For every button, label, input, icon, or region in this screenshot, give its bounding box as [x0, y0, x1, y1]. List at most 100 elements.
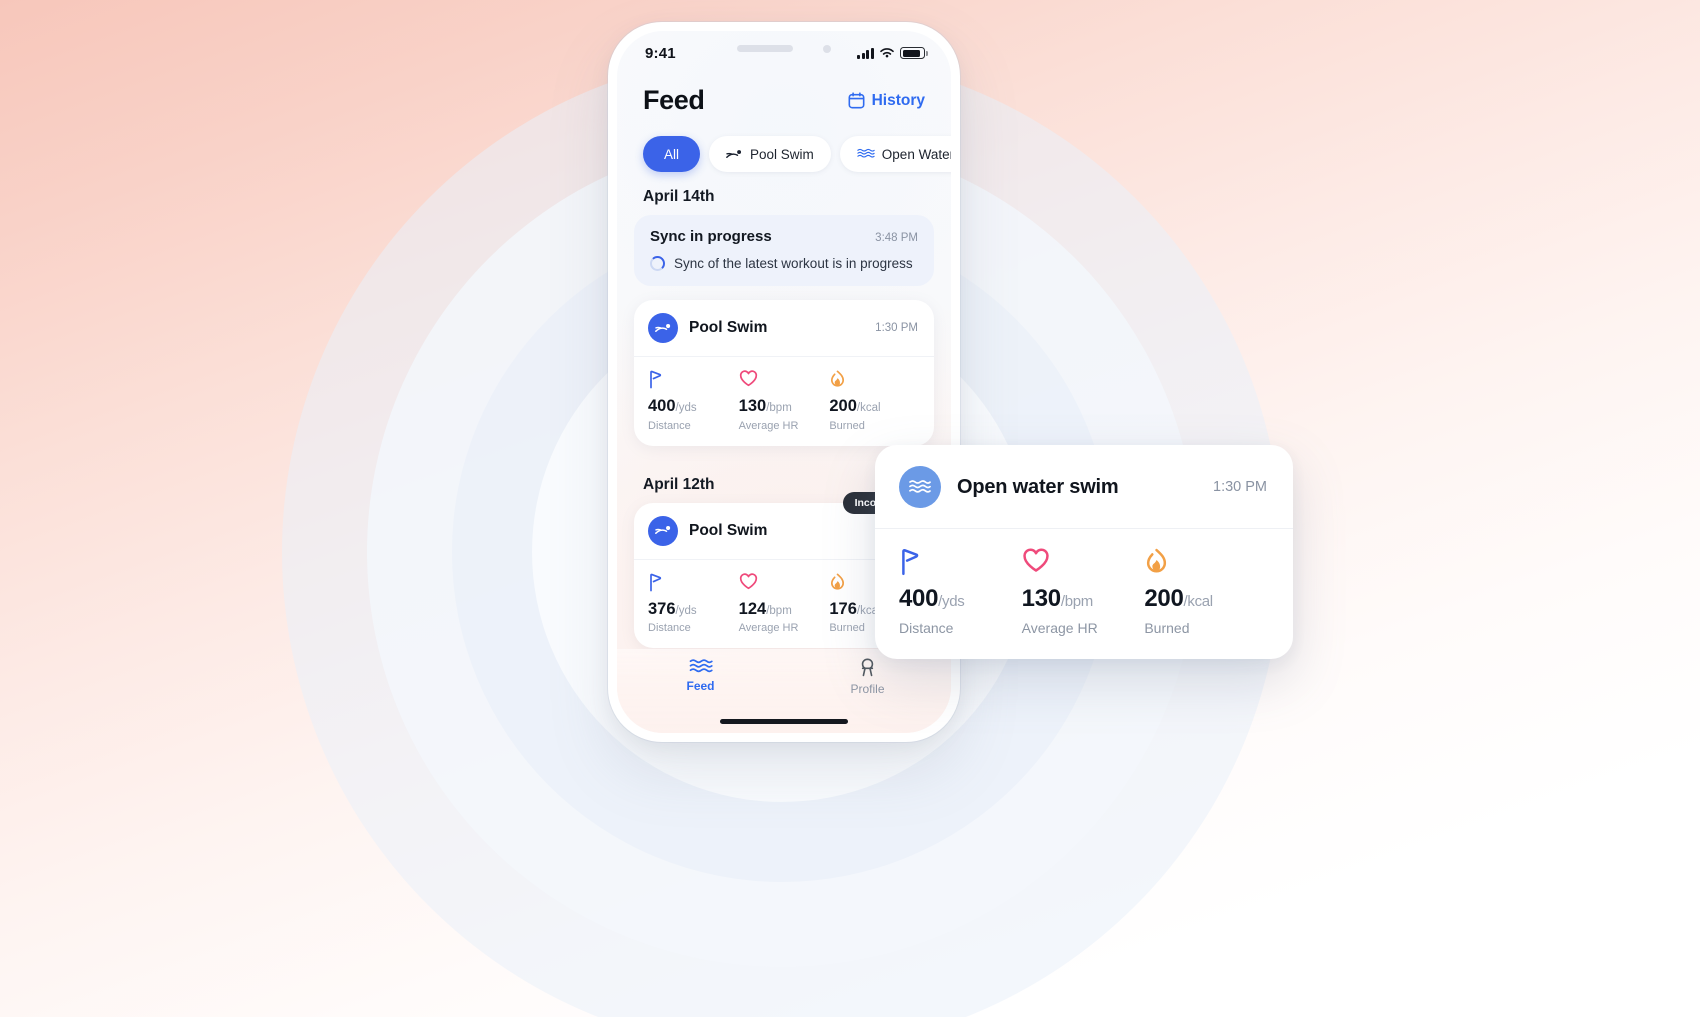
calendar-icon: [848, 92, 865, 109]
overlay-metric-label: Distance: [899, 620, 954, 636]
workout-card[interactable]: Pool Swim 1:30 PM 400/yds Distance 130/b…: [634, 300, 934, 446]
status-indicators: [857, 47, 928, 59]
metric-value: 376/yds: [648, 599, 739, 618]
person-icon: [861, 658, 874, 677]
metric-distance: 376/yds Distance: [648, 573, 739, 634]
metric-unit: /yds: [675, 402, 697, 414]
chip-pool-swim[interactable]: Pool Swim: [709, 136, 831, 172]
flag-icon: [648, 573, 739, 594]
metric-label: Distance: [648, 622, 691, 634]
home-indicator: [720, 719, 848, 724]
date-header-april-14: April 14th: [643, 188, 715, 205]
status-bar: 9:41: [617, 31, 951, 75]
sync-time: 3:48 PM: [875, 232, 918, 244]
overlay-metric-number: 400: [899, 585, 939, 612]
battery-icon: [900, 47, 928, 59]
overlay-metric-label: Burned: [1144, 620, 1190, 636]
overlay-metric-distance: 400/yds Distance: [899, 548, 1022, 636]
workout-card-header: Pool Swim 1:30 PM: [634, 300, 934, 357]
metric-unit: /yds: [675, 604, 697, 617]
chip-open-water-swim[interactable]: Open Water Swim: [839, 136, 951, 172]
wifi-icon: [880, 48, 894, 58]
metric-distance: 400/yds Distance: [648, 370, 739, 432]
overlay-metric-value: 200/kcal: [1144, 587, 1267, 611]
metric-label: Burned: [829, 419, 865, 432]
metric-average-hr: 130/bpm Average HR: [739, 370, 830, 432]
overlay-metric-value: 130/bpm: [1022, 587, 1145, 611]
cellular-signal-icon: [857, 47, 874, 59]
sync-message: Sync of the latest workout is in progres…: [674, 256, 913, 271]
status-time: 9:41: [645, 44, 676, 62]
overlay-metric-value: 400/yds: [899, 587, 1022, 611]
overlay-metric-label: Average HR: [1021, 620, 1098, 636]
heart-icon: [739, 370, 830, 391]
metric-value: 124/bpm: [738, 599, 830, 618]
chip-open-water-swim-label: Open Water Swim: [881, 146, 951, 162]
overlay-workout-title: Open water swim: [957, 475, 1119, 498]
metric-unit: /kcal: [856, 402, 881, 414]
metric-value: 130/bpm: [739, 398, 830, 415]
chip-all[interactable]: All: [643, 136, 701, 172]
metric-label: Distance: [648, 419, 691, 432]
screenshot-stage: 9:41 Feed History All Pool Swim Open Wat…: [0, 0, 1700, 1017]
chip-all-label: All: [664, 146, 680, 162]
tab-profile-label: Profile: [850, 682, 885, 696]
metric-unit: /bpm: [766, 402, 792, 414]
metric-label: Average HR: [738, 622, 799, 634]
overlay-metric-unit: /bpm: [1060, 593, 1093, 610]
heart-icon: [739, 572, 830, 594]
open-water-swim-avatar-icon: [899, 466, 941, 508]
open-water-swim-detail-card[interactable]: Open water swim 1:30 PM 400/yds Distance: [875, 445, 1293, 659]
app-header: Feed History: [617, 75, 951, 120]
overlay-workout-time: 1:30 PM: [1213, 479, 1267, 495]
flame-icon: [829, 370, 920, 391]
history-button[interactable]: History: [848, 92, 925, 110]
filter-chips: All Pool Swim Open Water: [617, 120, 951, 172]
overlay-metric-burned: 200/kcal Burned: [1144, 548, 1267, 636]
metric-number: 130: [738, 397, 767, 415]
battery-fill: [902, 49, 921, 57]
overlay-metric-number: 200: [1144, 585, 1184, 612]
metric-number: 200: [829, 397, 857, 415]
metric-burned: 200/kcal Burned: [829, 370, 920, 432]
flame-icon: [1144, 548, 1267, 578]
overlay-metric-average-hr: 130/bpm Average HR: [1022, 548, 1145, 636]
overlay-metric-unit: /yds: [938, 593, 965, 610]
metric-label: Average HR: [738, 419, 799, 432]
loading-spinner-icon: [650, 256, 665, 271]
history-label: History: [871, 91, 925, 109]
metric-number: 376: [648, 599, 676, 618]
heart-icon: [1022, 548, 1145, 578]
tab-feed[interactable]: Feed: [617, 658, 784, 693]
metric-number: 400: [648, 397, 676, 415]
sync-card-header: Sync in progress 3:48 PM: [650, 228, 918, 245]
flag-icon: [899, 548, 1022, 578]
workout-time: 1:30 PM: [875, 322, 918, 334]
overlay-card-header: Open water swim 1:30 PM: [875, 445, 1293, 529]
metric-unit: /bpm: [766, 604, 792, 617]
sync-status-card: Sync in progress 3:48 PM Sync of the lat…: [634, 215, 934, 286]
overlay-metric-unit: /kcal: [1183, 593, 1214, 610]
pool-swim-avatar-icon: [648, 515, 678, 546]
page-title: Feed: [643, 85, 705, 115]
pool-swim-avatar-icon: [648, 313, 678, 343]
chip-pool-swim-label: Pool Swim: [750, 146, 814, 162]
sync-card-body: Sync of the latest workout is in progres…: [650, 256, 918, 271]
overlay-metrics: 400/yds Distance 130/bpm Average HR 200/…: [875, 529, 1293, 659]
metric-number: 176: [829, 599, 857, 618]
bottom-tab-bar: Feed Profile: [617, 649, 951, 733]
sync-title: Sync in progress: [650, 228, 772, 245]
metric-average-hr: 124/bpm Average HR: [738, 572, 830, 634]
metric-number: 124: [738, 599, 767, 618]
tab-feed-label: Feed: [686, 679, 715, 693]
metric-value: 400/yds: [648, 398, 739, 415]
waves-icon: [689, 659, 713, 673]
overlay-metric-number: 130: [1021, 585, 1061, 612]
workout-name: Pool Swim: [689, 319, 768, 336]
metric-value: 200/kcal: [829, 398, 920, 415]
pool-swim-icon: [726, 149, 742, 158]
open-water-swim-icon: [857, 148, 875, 158]
flag-icon: [648, 370, 739, 391]
tab-profile[interactable]: Profile: [784, 658, 951, 696]
workout-metrics: 400/yds Distance 130/bpm Average HR 200/…: [634, 357, 934, 446]
